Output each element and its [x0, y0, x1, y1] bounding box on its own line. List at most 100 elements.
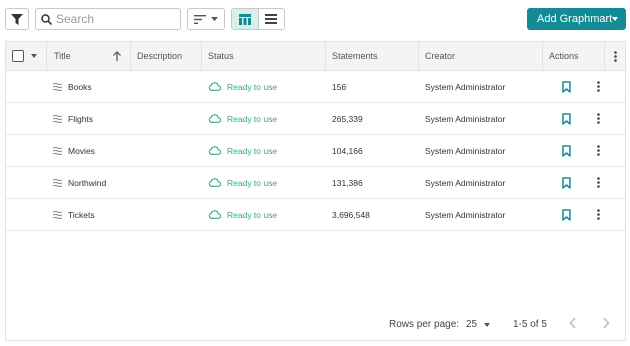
creator-name: System Administrator — [425, 81, 506, 92]
chevron-down-icon — [211, 17, 218, 21]
search-input[interactable] — [56, 12, 174, 26]
column-creator-label: Creator — [425, 51, 456, 61]
column-header-description[interactable]: Description — [131, 42, 202, 70]
more-vertical-icon — [596, 145, 600, 156]
rows-per-page-select[interactable]: 25 — [466, 319, 491, 330]
creator-cell: System Administrator — [425, 167, 505, 198]
graphmart-layers-icon — [53, 178, 62, 187]
bookmark-icon — [561, 176, 571, 189]
column-header-status[interactable]: Status — [202, 42, 326, 70]
bookmark-icon — [561, 80, 571, 93]
chevron-down-icon — [484, 322, 491, 327]
view-toggle — [231, 8, 285, 30]
column-header-actions: Actions — [543, 42, 605, 70]
table-row[interactable]: Northwind Ready to use 131,386 System Ad… — [6, 167, 625, 199]
status-cell: Ready to use — [208, 103, 277, 134]
chevron-down-icon — [612, 17, 618, 21]
statements-cell: 3,696,548 — [332, 199, 370, 230]
bookmark-button[interactable] — [559, 71, 573, 102]
row-more-button[interactable] — [593, 135, 603, 166]
filter-icon — [11, 13, 23, 25]
graphmart-title: Movies — [68, 145, 95, 156]
graphmart-title: Flights — [68, 113, 94, 124]
bookmark-icon — [561, 112, 571, 125]
more-vertical-icon — [596, 209, 600, 220]
select-all-header — [6, 42, 47, 70]
statements-count: 156 — [332, 81, 347, 92]
row-more-button[interactable] — [593, 167, 603, 198]
column-status-label: Status — [208, 51, 234, 61]
column-description-label: Description — [137, 51, 183, 61]
graphmart-title: Books — [68, 81, 92, 92]
more-vertical-icon — [596, 81, 600, 92]
statements-count: 131,386 — [332, 177, 363, 188]
title-cell[interactable]: Movies — [53, 135, 95, 166]
title-cell[interactable]: Northwind — [53, 167, 106, 198]
status-cell: Ready to use — [208, 71, 277, 102]
status-cell: Ready to use — [208, 135, 277, 166]
graphmart-layers-icon — [53, 114, 62, 123]
sort-dropdown[interactable] — [187, 8, 225, 30]
graphmart-layers-icon — [53, 82, 62, 91]
bookmark-button[interactable] — [559, 135, 573, 166]
column-actions-label: Actions — [549, 51, 579, 61]
statements-cell: 265,339 — [332, 103, 363, 134]
graphmart-layers-icon — [53, 210, 62, 219]
creator-cell: System Administrator — [425, 71, 505, 102]
bookmark-icon — [561, 144, 571, 157]
row-more-button[interactable] — [593, 103, 603, 134]
table-view-icon — [238, 13, 251, 25]
bookmark-icon — [561, 208, 571, 221]
graphmart-title: Northwind — [68, 177, 107, 188]
more-vertical-icon — [613, 50, 617, 62]
table-row[interactable]: Tickets Ready to use 3,696,548 System Ad… — [6, 199, 625, 231]
title-cell[interactable]: Books — [53, 71, 92, 102]
status-text: Ready to use — [227, 209, 278, 220]
search-box[interactable] — [35, 8, 181, 30]
pagination-bar: Rows per page: 25 1-5 of 5 — [6, 308, 625, 340]
statements-cell: 156 — [332, 71, 346, 102]
status-text: Ready to use — [227, 145, 278, 156]
column-title-label: Title — [54, 51, 71, 61]
sort-icon — [194, 14, 206, 24]
statements-cell: 104,166 — [332, 135, 363, 166]
row-more-button[interactable] — [593, 199, 603, 230]
column-statements-label: Statements — [332, 51, 378, 61]
select-all-checkbox[interactable] — [12, 50, 24, 62]
column-settings-button[interactable] — [605, 42, 625, 70]
list-view-button[interactable] — [257, 9, 284, 29]
table-view-button[interactable] — [232, 9, 258, 29]
graphmart-table: Title Description Status Statements Crea… — [5, 41, 626, 341]
previous-page-button[interactable] — [569, 317, 577, 332]
column-header-creator[interactable]: Creator — [419, 42, 543, 70]
add-graphmart-button[interactable]: Add Graphmart — [527, 8, 626, 30]
cloud-icon — [208, 146, 221, 155]
creator-name: System Administrator — [425, 145, 506, 156]
rows-per-page-value: 25 — [466, 319, 478, 330]
statements-count: 265,339 — [332, 113, 363, 124]
creator-name: System Administrator — [425, 209, 506, 220]
column-header-statements[interactable]: Statements — [326, 42, 419, 70]
table-row[interactable]: Movies Ready to use 104,166 System Admin… — [6, 135, 625, 167]
status-cell: Ready to use — [208, 199, 277, 230]
bookmark-button[interactable] — [559, 103, 573, 134]
bookmark-button[interactable] — [559, 167, 573, 198]
status-cell: Ready to use — [208, 167, 277, 198]
row-more-button[interactable] — [593, 71, 603, 102]
table-row[interactable]: Flights Ready to use 265,339 System Admi… — [6, 103, 625, 135]
table-row[interactable]: Books Ready to use 156 System Administra… — [6, 71, 625, 103]
creator-cell: System Administrator — [425, 103, 505, 134]
next-page-button[interactable] — [602, 317, 610, 332]
graphmart-title: Tickets — [68, 209, 95, 220]
filter-button[interactable] — [5, 8, 29, 30]
bookmark-button[interactable] — [559, 199, 573, 230]
toolbar: Add Graphmart — [0, 0, 630, 40]
cloud-icon — [208, 114, 221, 123]
table-header: Title Description Status Statements Crea… — [6, 42, 625, 71]
pagination-range: 1-5 of 5 — [513, 319, 547, 330]
cloud-icon — [208, 210, 221, 219]
column-header-title[interactable]: Title — [47, 42, 131, 70]
title-cell[interactable]: Tickets — [53, 199, 95, 230]
select-menu-chevron-icon[interactable] — [31, 54, 37, 58]
title-cell[interactable]: Flights — [53, 103, 93, 134]
